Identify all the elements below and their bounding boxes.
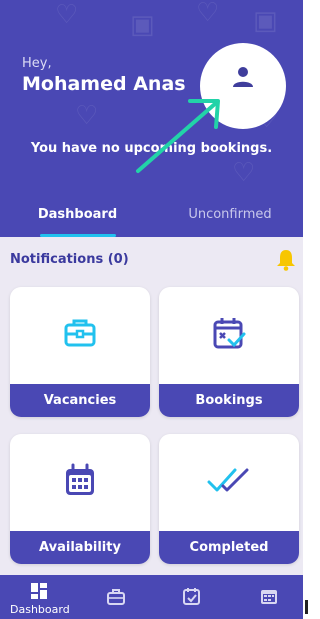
page-margin bbox=[303, 0, 309, 619]
completed-card[interactable]: Completed bbox=[159, 434, 299, 564]
nav-briefcase-icon[interactable] bbox=[107, 589, 125, 605]
user-name: Mohamed Anas bbox=[22, 73, 186, 95]
calendar-grid-icon bbox=[66, 463, 94, 495]
availability-label: Availability bbox=[10, 531, 150, 564]
greeting-text: Hey, bbox=[22, 56, 52, 71]
notifications-heading[interactable]: Notifications (0) bbox=[10, 252, 129, 267]
calendar-check-icon bbox=[213, 318, 246, 349]
bookings-label: Bookings bbox=[159, 384, 299, 417]
heart-leaf-icon: ♡ bbox=[75, 101, 99, 131]
completed-label: Completed bbox=[159, 531, 299, 564]
header: ♡ ▣ ♡ ▣ ♡ ♡ ♡ Hey, Mohamed Anas You have… bbox=[0, 0, 303, 237]
briefcase-icon bbox=[64, 319, 96, 347]
vacancies-label: Vacancies bbox=[10, 384, 150, 417]
bookings-card[interactable]: Bookings bbox=[159, 287, 299, 417]
heart-shield-icon: ♡ bbox=[232, 158, 256, 188]
annotation-arrow-icon bbox=[136, 99, 220, 173]
tab-dashboard[interactable]: Dashboard bbox=[20, 207, 135, 222]
dashboard-icon[interactable] bbox=[30, 582, 48, 600]
badge-icon: ▣ bbox=[130, 10, 155, 40]
bell-icon[interactable] bbox=[276, 249, 296, 271]
double-check-icon bbox=[207, 468, 249, 492]
heart-hands-icon: ♡ bbox=[196, 0, 220, 28]
edge-mark bbox=[305, 600, 308, 614]
tab-unconfirmed[interactable]: Unconfirmed bbox=[180, 207, 280, 222]
nav-dashboard-label[interactable]: Dashboard bbox=[10, 603, 70, 616]
active-tab-indicator bbox=[40, 234, 116, 237]
nav-calendar-icon[interactable] bbox=[260, 587, 278, 605]
app-screen: ♡ ▣ ♡ ▣ ♡ ♡ ♡ Hey, Mohamed Anas You have… bbox=[0, 0, 303, 619]
nav-calendar-check-icon[interactable] bbox=[183, 587, 201, 605]
heart-hands-icon: ♡ bbox=[55, 0, 79, 30]
availability-card[interactable]: Availability bbox=[10, 434, 150, 564]
bottom-navigation: Dashboard bbox=[0, 575, 303, 619]
badge-icon: ▣ bbox=[253, 6, 278, 36]
vacancies-card[interactable]: Vacancies bbox=[10, 287, 150, 417]
user-icon bbox=[233, 67, 253, 87]
